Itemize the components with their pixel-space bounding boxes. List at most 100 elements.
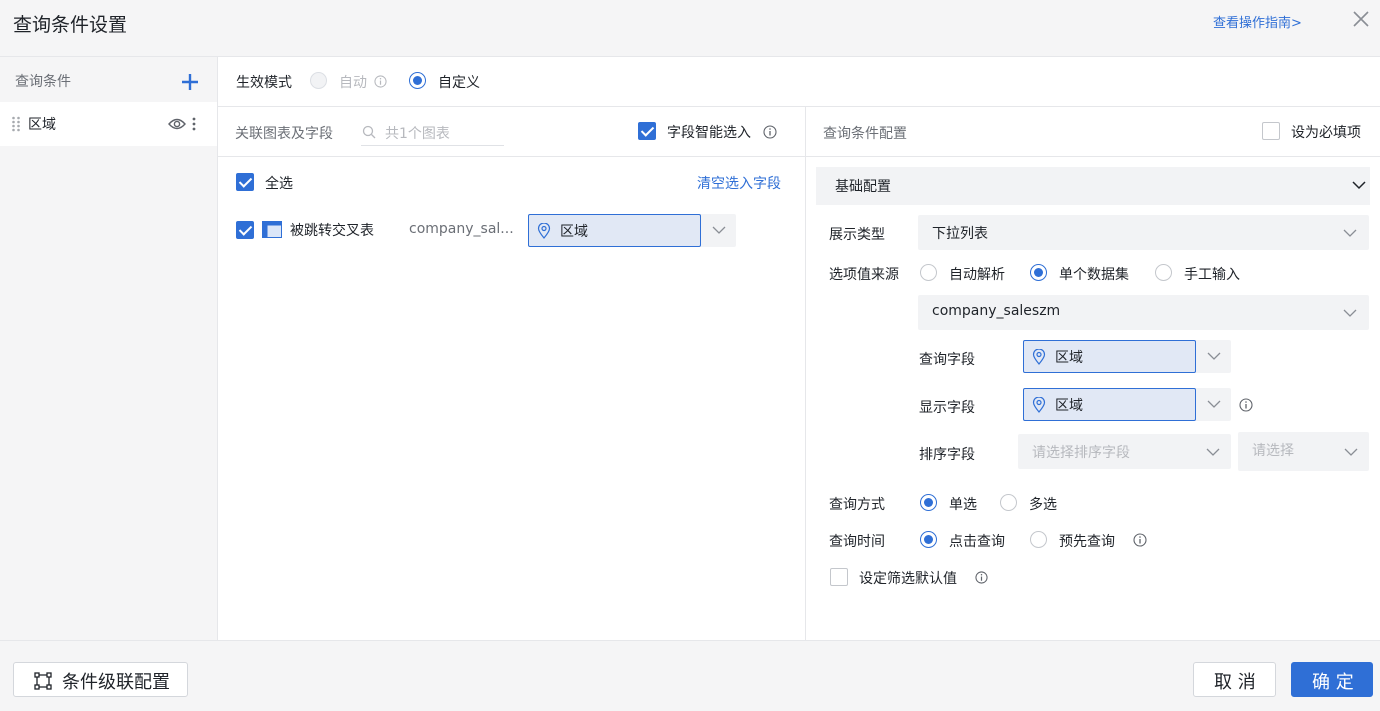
query-mode-multi-label: 多选 — [1029, 497, 1057, 513]
field-chip: 区域 — [528, 214, 701, 247]
source-manual-label: 手工输入 — [1184, 267, 1240, 283]
source-manual-radio[interactable] — [1155, 264, 1172, 281]
required-label: 设为必填项 — [1291, 125, 1361, 141]
mode-auto-radio — [310, 72, 327, 89]
mode-custom-label: 自定义 — [438, 75, 480, 91]
smart-select-label: 字段智能选入 — [667, 125, 751, 141]
info-icon — [374, 75, 387, 88]
confirm-label: 确 定 — [1312, 672, 1354, 693]
query-time-click-label: 点击查询 — [949, 534, 1005, 550]
default-filter-label: 设定筛选默认值 — [859, 571, 957, 587]
chevron-down-icon — [1344, 448, 1358, 456]
sort-field-placeholder: 请选择排序字段 — [1032, 445, 1130, 461]
chevron-down-icon — [712, 226, 726, 234]
query-field-label: 查询字段 — [919, 352, 975, 368]
query-time-preload-label: 预先查询 — [1059, 534, 1115, 550]
query-mode-label: 查询方式 — [829, 497, 885, 513]
drag-handle-icon[interactable] — [11, 116, 21, 132]
dialog-header: 查询条件设置 查看操作指南> — [0, 0, 1380, 57]
dataset-name: company_sal... — [409, 221, 514, 237]
mode-custom-radio[interactable] — [409, 72, 426, 89]
linked-charts-label: 关联图表及字段 — [235, 126, 333, 142]
chart-row-checkbox[interactable] — [236, 221, 254, 239]
sort-field-select[interactable]: 请选择排序字段 — [1018, 434, 1231, 469]
dataset-value: company_saleszm — [932, 303, 1061, 319]
chevron-down-icon — [1206, 448, 1220, 456]
effect-mode-bar: 生效模式 自动 自定义 — [218, 57, 1380, 107]
search-placeholder: 共1个图表 — [385, 126, 450, 142]
chart-name: 被跳转交叉表 — [290, 223, 374, 239]
condition-sidebar: 查询条件 区域 — [0, 57, 218, 640]
default-filter-checkbox[interactable] — [830, 568, 848, 586]
add-condition-icon[interactable] — [180, 72, 200, 92]
chevron-down-icon — [1343, 309, 1357, 317]
effect-mode-label: 生效模式 — [236, 75, 292, 91]
sidebar-item-label: 区域 — [28, 117, 56, 133]
section-title: 基础配置 — [835, 179, 891, 195]
query-mode-single-label: 单选 — [949, 497, 977, 513]
field-chip: 区域 — [1023, 388, 1196, 421]
confirm-button[interactable]: 确 定 — [1291, 662, 1373, 697]
sidebar-heading: 查询条件 — [15, 74, 71, 90]
cascade-icon — [34, 672, 52, 690]
clear-fields-link[interactable]: 清空选入字段 — [697, 173, 781, 193]
query-time-preload-radio[interactable] — [1030, 531, 1047, 548]
query-time-label: 查询时间 — [829, 534, 885, 550]
search-icon — [362, 125, 376, 139]
display-type-value: 下拉列表 — [932, 226, 988, 242]
cascade-config-label: 条件级联配置 — [62, 672, 170, 693]
basic-config-section[interactable]: 基础配置 — [816, 167, 1370, 205]
close-icon[interactable] — [1352, 10, 1370, 28]
linked-charts-header: 关联图表及字段 共1个图表 字段智能选入 — [218, 107, 805, 157]
chevron-down-icon — [1207, 400, 1221, 408]
query-mode-single-radio[interactable] — [920, 494, 937, 511]
location-pin-icon — [1032, 397, 1046, 413]
sort-order-select[interactable]: 请选择 — [1238, 432, 1369, 471]
sort-field-label: 排序字段 — [919, 447, 975, 463]
option-source-label: 选项值来源 — [829, 267, 899, 283]
chart-search-input[interactable]: 共1个图表 — [361, 119, 504, 146]
query-time-click-radio[interactable] — [920, 531, 937, 548]
more-vertical-icon[interactable] — [190, 116, 198, 132]
field-chip-label: 区域 — [1055, 350, 1083, 366]
display-type-select[interactable]: 下拉列表 — [918, 215, 1369, 250]
query-mode-multi-radio[interactable] — [1000, 494, 1017, 511]
dialog-footer: 条件级联配置 取 消 确 定 — [0, 640, 1380, 711]
source-auto-radio[interactable] — [920, 264, 937, 281]
query-field-select[interactable]: 区域 — [1023, 340, 1231, 373]
smart-select-checkbox[interactable] — [638, 122, 656, 140]
info-icon[interactable] — [763, 125, 777, 139]
source-auto-label: 自动解析 — [949, 267, 1005, 283]
info-icon[interactable] — [975, 571, 988, 584]
field-chip-label: 区域 — [1055, 398, 1083, 414]
sort-order-placeholder: 请选择 — [1252, 443, 1294, 459]
condition-config-panel: 查询条件配置 设为必填项 基础配置 展示类型 下拉列表 选项值来源 自动解析 单… — [806, 107, 1380, 640]
eye-icon[interactable] — [168, 117, 186, 131]
cancel-button[interactable]: 取 消 — [1193, 662, 1276, 697]
cancel-label: 取 消 — [1214, 672, 1256, 693]
linked-charts-panel: 关联图表及字段 共1个图表 字段智能选入 全选 清空选入字段 被跳转交叉表 co… — [218, 107, 806, 640]
chevron-down-icon — [1352, 181, 1366, 190]
dataset-select[interactable]: company_saleszm — [918, 295, 1369, 330]
select-all-checkbox[interactable] — [236, 173, 254, 191]
cross-table-icon — [262, 221, 282, 238]
source-single-radio[interactable] — [1030, 264, 1047, 281]
config-label: 查询条件配置 — [823, 126, 907, 142]
display-type-label: 展示类型 — [829, 227, 885, 243]
select-all-label: 全选 — [265, 176, 293, 192]
dialog-title: 查询条件设置 — [13, 14, 128, 36]
operation-guide-link[interactable]: 查看操作指南> — [1213, 12, 1302, 31]
chart-field-select[interactable]: 区域 — [528, 214, 736, 247]
display-field-select[interactable]: 区域 — [1023, 388, 1231, 421]
location-pin-icon — [1032, 349, 1046, 365]
chevron-down-icon — [1343, 229, 1357, 237]
display-field-label: 显示字段 — [919, 400, 975, 416]
info-icon[interactable] — [1133, 533, 1147, 547]
sidebar-item-region[interactable]: 区域 — [0, 102, 217, 146]
required-checkbox[interactable] — [1262, 122, 1280, 140]
mode-auto-label: 自动 — [339, 75, 367, 91]
info-icon[interactable] — [1239, 398, 1253, 412]
cascade-config-button[interactable]: 条件级联配置 — [13, 662, 188, 697]
field-chip-label: 区域 — [560, 224, 588, 240]
config-header: 查询条件配置 设为必填项 — [806, 107, 1380, 157]
